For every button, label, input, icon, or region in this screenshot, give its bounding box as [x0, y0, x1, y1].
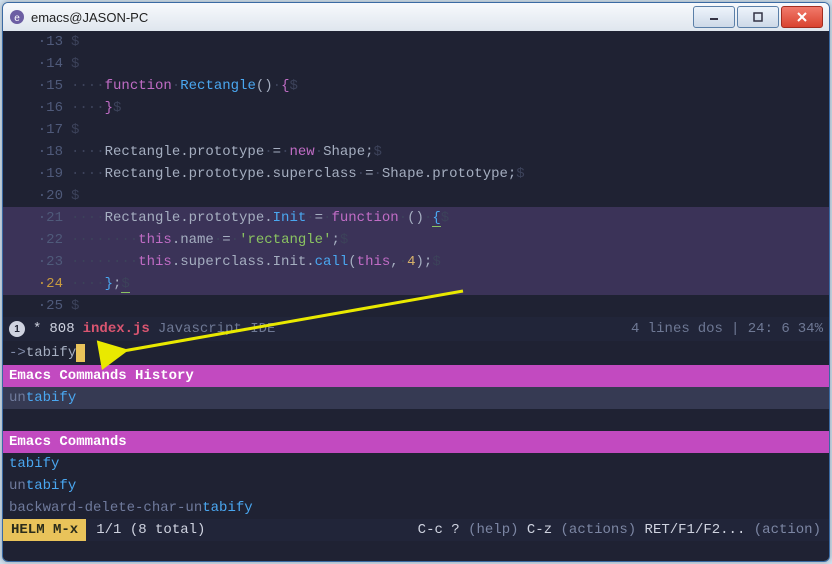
helm-history-header: Emacs Commands History: [3, 365, 829, 387]
buffer-size: 808: [49, 321, 74, 337]
helm-commands-list: tabifyuntabifybackward-delete-char-untab…: [3, 453, 829, 519]
code-line[interactable]: ·23········this.superclass.Init.call(thi…: [3, 251, 829, 273]
modeline: 1 * 808 index.js Javascript-IDE 4 lines …: [3, 317, 829, 341]
helm-label: HELM M-x: [3, 519, 86, 541]
line-number: ·18: [3, 141, 71, 163]
code-editor[interactable]: ·13$·14$·15····function·Rectangle()·{$·1…: [3, 31, 829, 317]
line-number: ·15: [3, 75, 71, 97]
line-number: ·23: [3, 251, 71, 273]
close-button[interactable]: [781, 6, 823, 28]
buffer-filename: index.js: [83, 321, 150, 337]
minibuffer-prompt[interactable]: -> tabify: [3, 341, 829, 365]
line-number: ·17: [3, 119, 71, 141]
window: e emacs@JASON-PC ·13$·14$·15····function…: [2, 2, 830, 562]
major-mode: Javascript-IDE: [158, 321, 276, 337]
line-number: ·14: [3, 53, 71, 75]
code-line[interactable]: ·22········this.name·=·'rectangle';$: [3, 229, 829, 251]
code-line[interactable]: ·20$: [3, 185, 829, 207]
scroll-percent: 34%: [798, 321, 823, 337]
helm-candidate[interactable]: backward-delete-char-untabify: [3, 497, 829, 519]
helm-candidate[interactable]: untabify: [3, 475, 829, 497]
code-line[interactable]: ·18····Rectangle.prototype·=·new·Shape;$: [3, 141, 829, 163]
app-icon: e: [9, 9, 25, 25]
titlebar[interactable]: e emacs@JASON-PC: [3, 3, 829, 32]
code-line[interactable]: ·21····Rectangle.prototype.Init·=·functi…: [3, 207, 829, 229]
cursor-position: | 24: 6: [731, 321, 790, 337]
maximize-button[interactable]: [737, 6, 779, 28]
line-number: ·25: [3, 295, 71, 317]
minimize-button[interactable]: [693, 6, 735, 28]
code-line[interactable]: ·17$: [3, 119, 829, 141]
line-number: ·19: [3, 163, 71, 185]
line-number: ·24: [3, 273, 71, 295]
buffer-indicator-icon: 1: [9, 321, 25, 337]
code-line[interactable]: ·13$: [3, 31, 829, 53]
prompt-input[interactable]: tabify: [26, 341, 76, 365]
window-title: emacs@JASON-PC: [31, 10, 691, 25]
code-line[interactable]: ·25$: [3, 295, 829, 317]
helm-candidate[interactable]: untabify: [3, 387, 829, 409]
svg-text:e: e: [14, 13, 20, 24]
line-number: ·22: [3, 229, 71, 251]
line-number: ·16: [3, 97, 71, 119]
line-number: ·13: [3, 31, 71, 53]
line-number: ·20: [3, 185, 71, 207]
helm-candidate[interactable]: tabify: [3, 453, 829, 475]
modified-flag: *: [33, 321, 41, 337]
code-line[interactable]: ·14$: [3, 53, 829, 75]
helm-modeline: HELM M-x 1/1 (8 total) C-c ? (help) C-z …: [3, 519, 829, 541]
code-line[interactable]: ·16····}$: [3, 97, 829, 119]
line-number: ·21: [3, 207, 71, 229]
code-line[interactable]: ·19····Rectangle.prototype.superclass·=·…: [3, 163, 829, 185]
helm-commands-header: Emacs Commands: [3, 431, 829, 453]
helm-history-list: untabify: [3, 387, 829, 409]
code-line[interactable]: ·15····function·Rectangle()·{$: [3, 75, 829, 97]
region-info: 4 lines: [631, 321, 690, 337]
echo-area: [3, 541, 829, 559]
helm-count: 1/1 (8 total): [86, 519, 215, 541]
client-area: ·13$·14$·15····function·Rectangle()·{$·1…: [3, 31, 829, 561]
helm-keyhints: C-c ? (help) C-z (actions) RET/F1/F2... …: [418, 519, 829, 541]
text-cursor: [76, 344, 85, 362]
prompt-prefix: ->: [9, 341, 26, 365]
eol-type: dos: [698, 321, 723, 337]
code-line[interactable]: ·24····};$: [3, 273, 829, 295]
